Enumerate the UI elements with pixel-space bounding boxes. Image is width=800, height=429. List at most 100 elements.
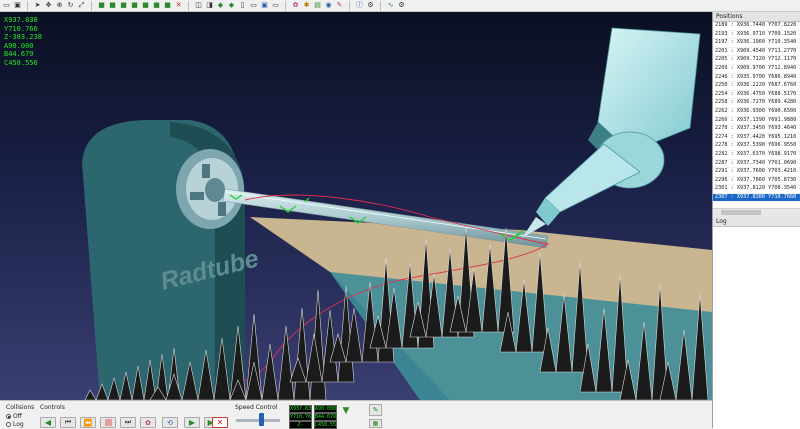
close-icon: ✕	[216, 418, 224, 427]
tool-icon[interactable]: ✎	[335, 1, 344, 10]
loop-path-button[interactable]: ⟲	[162, 417, 178, 428]
view-top-icon[interactable]: ■	[141, 1, 150, 10]
view-right-icon[interactable]: ■	[130, 1, 139, 10]
position-row[interactable]: 2301 : X937.8120 Y708.3540 Z-38	[713, 185, 800, 194]
toggle-c-icon[interactable]: ▭	[271, 1, 280, 10]
position-row[interactable]: 2287 : X937.7340 Y701.0690 Z-37	[713, 160, 800, 169]
view-c-icon[interactable]: ◆	[216, 1, 225, 10]
position-row[interactable]: 2246 : X935.9700 Y686.8940 Z-38	[713, 74, 800, 83]
toolbar-divider	[349, 0, 350, 11]
step-back-button[interactable]: ◀	[40, 417, 56, 428]
settings-icon[interactable]: ✱	[302, 1, 311, 10]
position-row[interactable]: 2270 : X937.3450 Y693.4640 Z-38	[713, 125, 800, 134]
view-b-icon[interactable]: ◨	[205, 1, 214, 10]
group-icon[interactable]: ◉	[324, 1, 333, 10]
camera-icon: ✿	[145, 418, 151, 427]
skip-start-button[interactable]: ⏪	[80, 417, 96, 428]
rotate-icon[interactable]: ↻	[66, 1, 75, 10]
log-area[interactable]	[713, 227, 800, 429]
readout-x: X937.838	[289, 405, 312, 413]
speed-slider-thumb[interactable]	[259, 413, 265, 426]
edit-tool-button[interactable]: ✎	[369, 404, 382, 416]
view-iso-icon[interactable]: ■	[163, 1, 172, 10]
position-row[interactable]: 2258 : X936.7270 Y689.4280 Z-38	[713, 99, 800, 108]
collisions-off-radio[interactable]: Off	[6, 413, 22, 420]
side-panel: Positions 2189 : X936.7440 Y707.8220 Z-3…	[712, 12, 800, 429]
position-row[interactable]: 2274 : X937.4420 Y695.1210 Z-38	[713, 134, 800, 143]
position-row[interactable]: 2266 : X937.1390 Y691.9880 Z-38	[713, 117, 800, 126]
save-file-icon[interactable]: ▣	[13, 1, 22, 10]
nozzle-toggle-icon[interactable]: ▼	[341, 404, 351, 418]
position-row[interactable]: 2201 : X909.4540 Y711.2770 Z-38	[713, 48, 800, 57]
scene-canvas: Radtube	[82, 27, 712, 400]
close-button[interactable]: ✕	[212, 417, 228, 428]
off-label: Off	[13, 413, 22, 420]
position-row[interactable]: 2209 : X909.9700 Y712.8940 Z-38	[713, 65, 800, 74]
info-icon[interactable]: ⓘ	[355, 1, 364, 10]
log-label: Log	[13, 421, 24, 428]
position-row[interactable]: 2254 : X936.4750 Y688.5170 Z-38	[713, 91, 800, 100]
view-a-icon[interactable]: ◫	[194, 1, 203, 10]
position-row[interactable]: 2278 : X937.5390 Y696.9550 Z-37	[713, 142, 800, 151]
robot-arm	[522, 27, 701, 238]
3d-viewport[interactable]: Radtube X937.838 Y710.766 Z-383.238 A90.…	[0, 12, 712, 400]
view-back-icon[interactable]: ■	[108, 1, 117, 10]
speed-slider-track[interactable]	[236, 419, 280, 422]
collisions-log-radio[interactable]: Log	[6, 421, 24, 428]
layers-icon[interactable]: ▤	[313, 1, 322, 10]
view-tool-button[interactable]: ▦	[369, 419, 382, 428]
pointer-icon[interactable]: ➤	[33, 1, 42, 10]
play-button[interactable]: ▶	[184, 417, 200, 428]
camera-follow-button[interactable]: ✿	[140, 417, 156, 428]
view-left-icon[interactable]: ■	[119, 1, 128, 10]
coord-y: Y710.766	[4, 24, 38, 33]
view-bottom-icon[interactable]: ■	[152, 1, 161, 10]
graph-icon[interactable]: ∿	[386, 1, 395, 10]
stop-icon	[104, 419, 112, 426]
position-row[interactable]: 2205 : X909.7120 Y712.1170 Z-38	[713, 56, 800, 65]
toolbar-divider	[380, 0, 381, 11]
position-row[interactable]: 2282 : X937.6370 Y698.9170 Z-37	[713, 151, 800, 160]
robot-icon[interactable]: ✿	[291, 1, 300, 10]
scroll-thumb[interactable]	[721, 210, 761, 215]
stop-button[interactable]	[100, 417, 116, 428]
skip-end-button[interactable]: ⏭	[120, 417, 136, 428]
view-d-icon[interactable]: ◆	[227, 1, 236, 10]
position-row[interactable]: 2291 : X937.7600 Y703.4210 Z-38	[713, 168, 800, 177]
view-front-icon[interactable]: ■	[97, 1, 106, 10]
readout-a: A90.000	[314, 405, 337, 413]
toolbar-divider	[285, 0, 286, 11]
toggle-b-icon[interactable]: ▣	[260, 1, 269, 10]
settings-2-icon[interactable]: ⚙	[397, 1, 406, 10]
toolbar-divider	[91, 0, 92, 11]
open-file-icon[interactable]: ▭	[2, 1, 11, 10]
positions-title: Positions	[713, 12, 800, 22]
chuck-jaw	[190, 192, 204, 200]
speed-control-label: Speed Control	[235, 404, 278, 411]
position-row[interactable]: 2197 : X936.1960 Y710.3540 Z-38	[713, 39, 800, 48]
coord-z: Z-383.238	[4, 33, 42, 42]
toolbar-divider	[27, 0, 28, 11]
position-row[interactable]: 2262 : X936.9300 Y690.6500 Z-38	[713, 108, 800, 117]
position-row[interactable]: 2193 : X936.9710 Y709.1520 Z-38	[713, 31, 800, 40]
toggle-a-icon[interactable]: ▭	[249, 1, 258, 10]
cylinder-icon[interactable]: ▯	[238, 1, 247, 10]
position-row[interactable]: 2296 : X937.7860 Y705.8730 Z-38	[713, 177, 800, 186]
pan-icon[interactable]: ✥	[44, 1, 53, 10]
delete-icon[interactable]: ✕	[174, 1, 183, 10]
coord-a: A90.000	[4, 41, 34, 50]
fit-view-icon[interactable]: ⤢	[77, 1, 86, 10]
coordinate-overlay: X937.838 Y710.766 Z-383.238 A90.000 B44.…	[4, 16, 42, 68]
radio-dot[interactable]	[6, 422, 11, 427]
radio-dot[interactable]	[6, 414, 11, 419]
rewind-button[interactable]: ⏮	[60, 417, 76, 428]
positions-list[interactable]: 2189 : X936.7440 Y707.8220 Z-382193 : X9…	[713, 22, 800, 208]
position-row[interactable]: 2189 : X936.7440 Y707.8220 Z-38	[713, 22, 800, 31]
coord-x: X937.838	[4, 16, 38, 24]
position-row[interactable]: 2307 : X937.8380 Y710.7660 Z-38	[713, 193, 800, 203]
rotate-part-icon[interactable]: ⚙	[366, 1, 375, 10]
zoom-icon[interactable]: ⊕	[55, 1, 64, 10]
position-row[interactable]: 2250 : X936.2220 Y687.6760 Z-38	[713, 82, 800, 91]
positions-scrollbar[interactable]	[713, 208, 800, 217]
loop-icon: ⟲	[167, 418, 173, 427]
